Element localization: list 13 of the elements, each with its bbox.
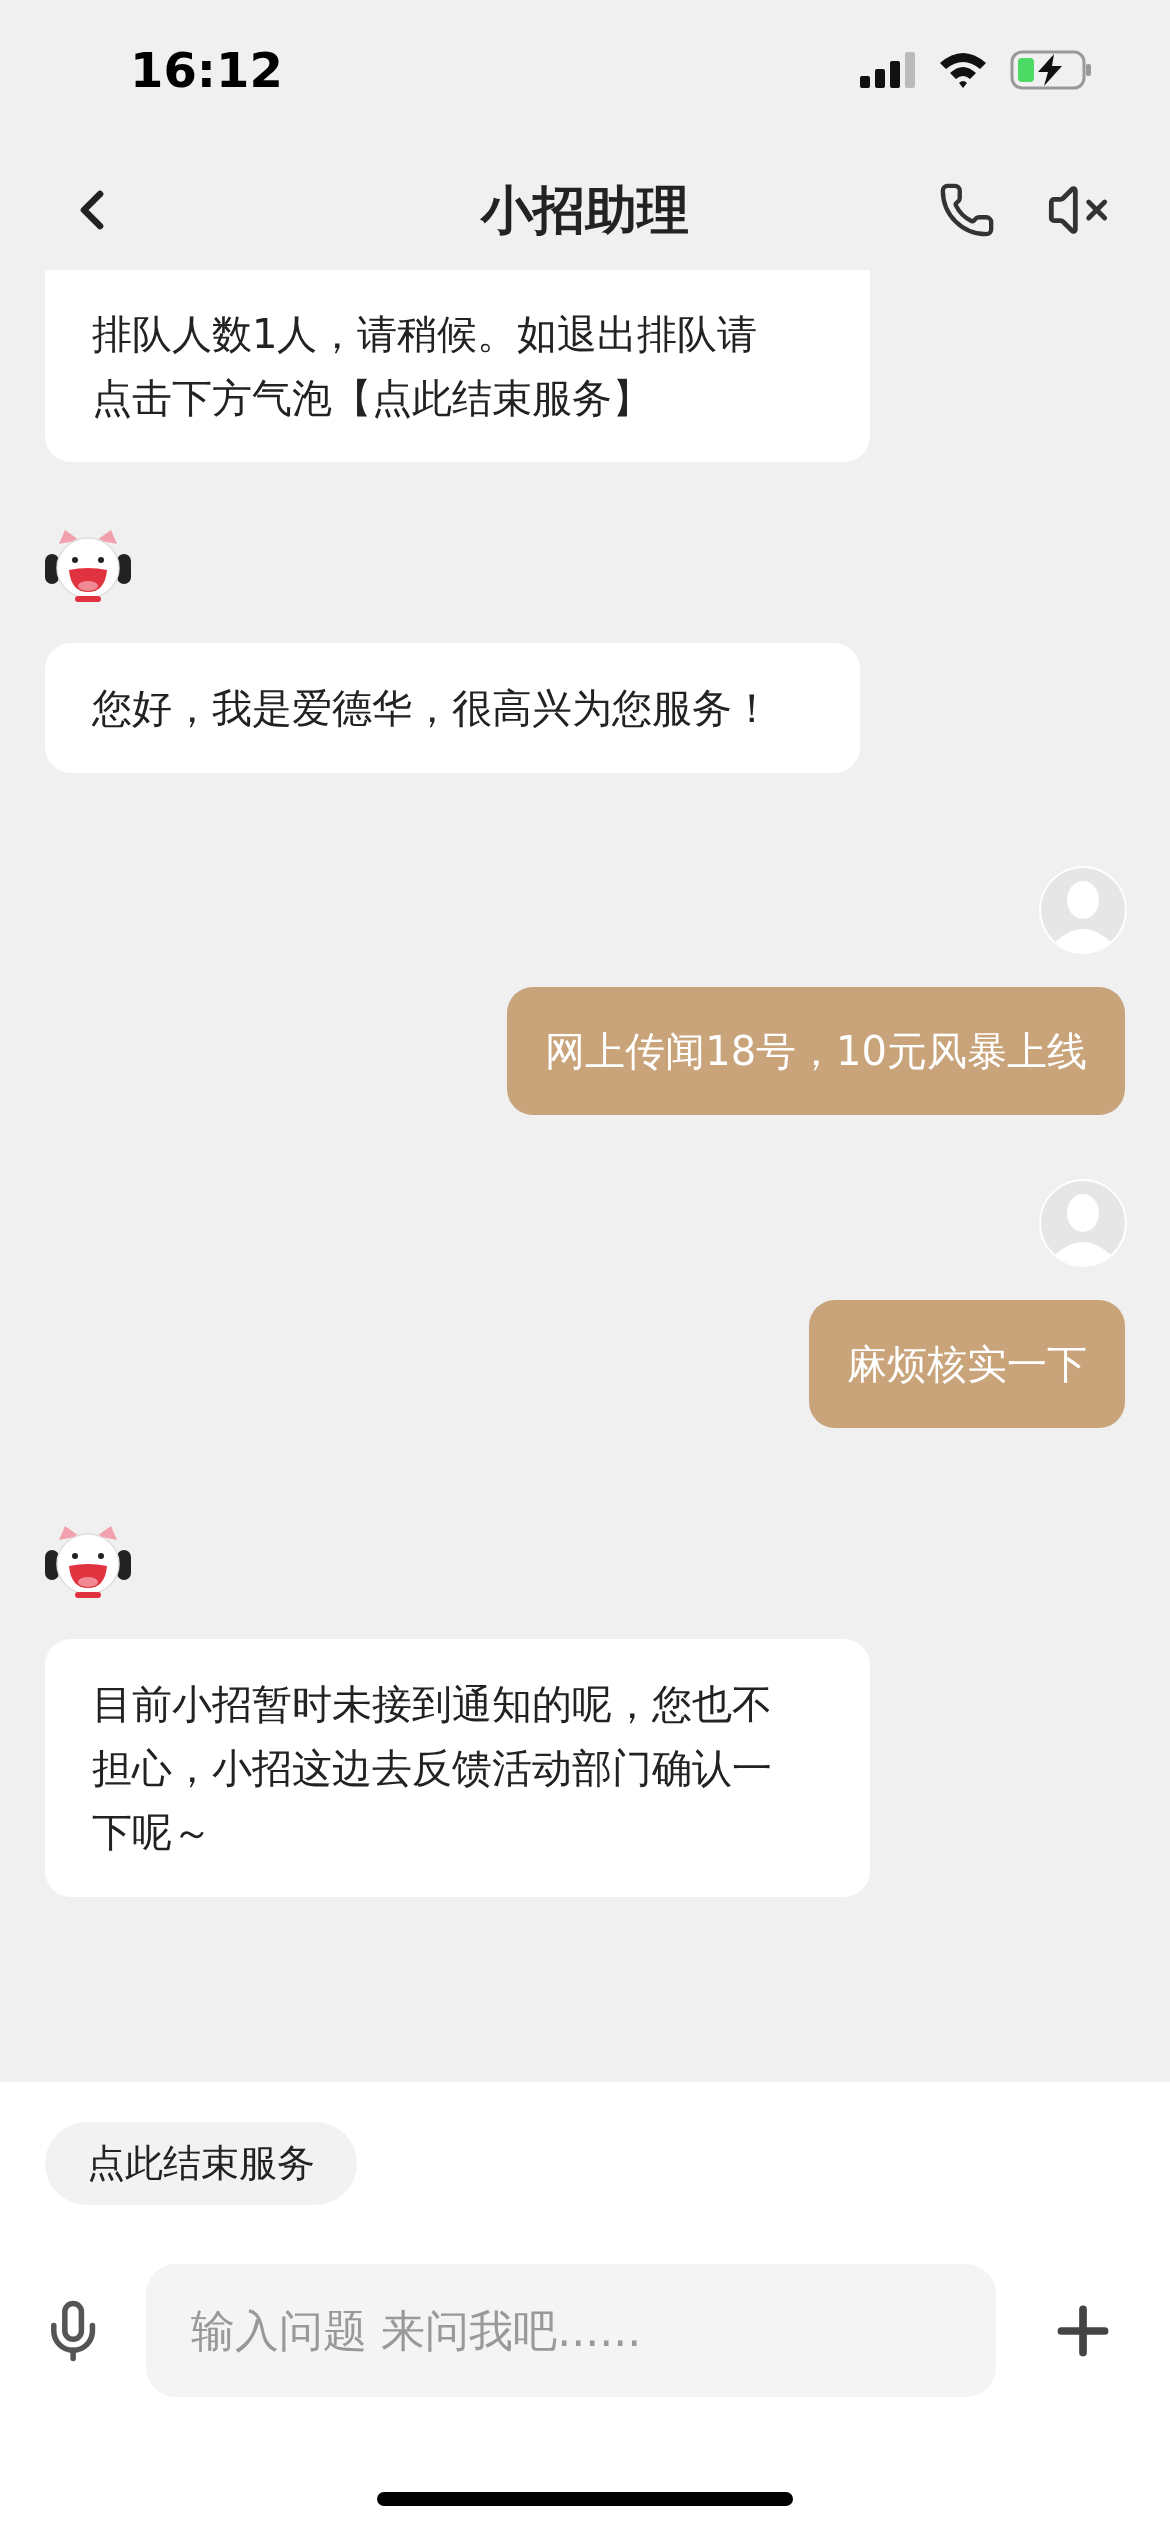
chat-bubble: 您好，我是爱德华，很高兴为您服务！ [45, 643, 860, 773]
end-service-chip[interactable]: 点此结束服务 [45, 2122, 357, 2205]
wifi-icon [938, 51, 988, 89]
chat-bubble: 麻烦核实一下 [809, 1300, 1125, 1428]
chat-bubble: 目前小招暂时未接到通知的呢，您也不担心，小招这边去反馈活动部门确认一下呢～ [45, 1639, 870, 1897]
chat-title: 小招助理 [481, 179, 689, 242]
chat-bubble: 网上传闻18号，10元风暴上线 [507, 987, 1125, 1115]
signal-icon [860, 52, 916, 88]
status-time: 16:12 [130, 41, 283, 100]
battery-icon [1010, 50, 1092, 90]
message-input[interactable]: 输入问题 来问我吧...... [146, 2264, 996, 2397]
phone-icon[interactable] [938, 181, 996, 239]
chat-bubble: 排队人数1人，请稍候。如退出排队请点击下方气泡【点此结束服务】 [45, 270, 870, 462]
